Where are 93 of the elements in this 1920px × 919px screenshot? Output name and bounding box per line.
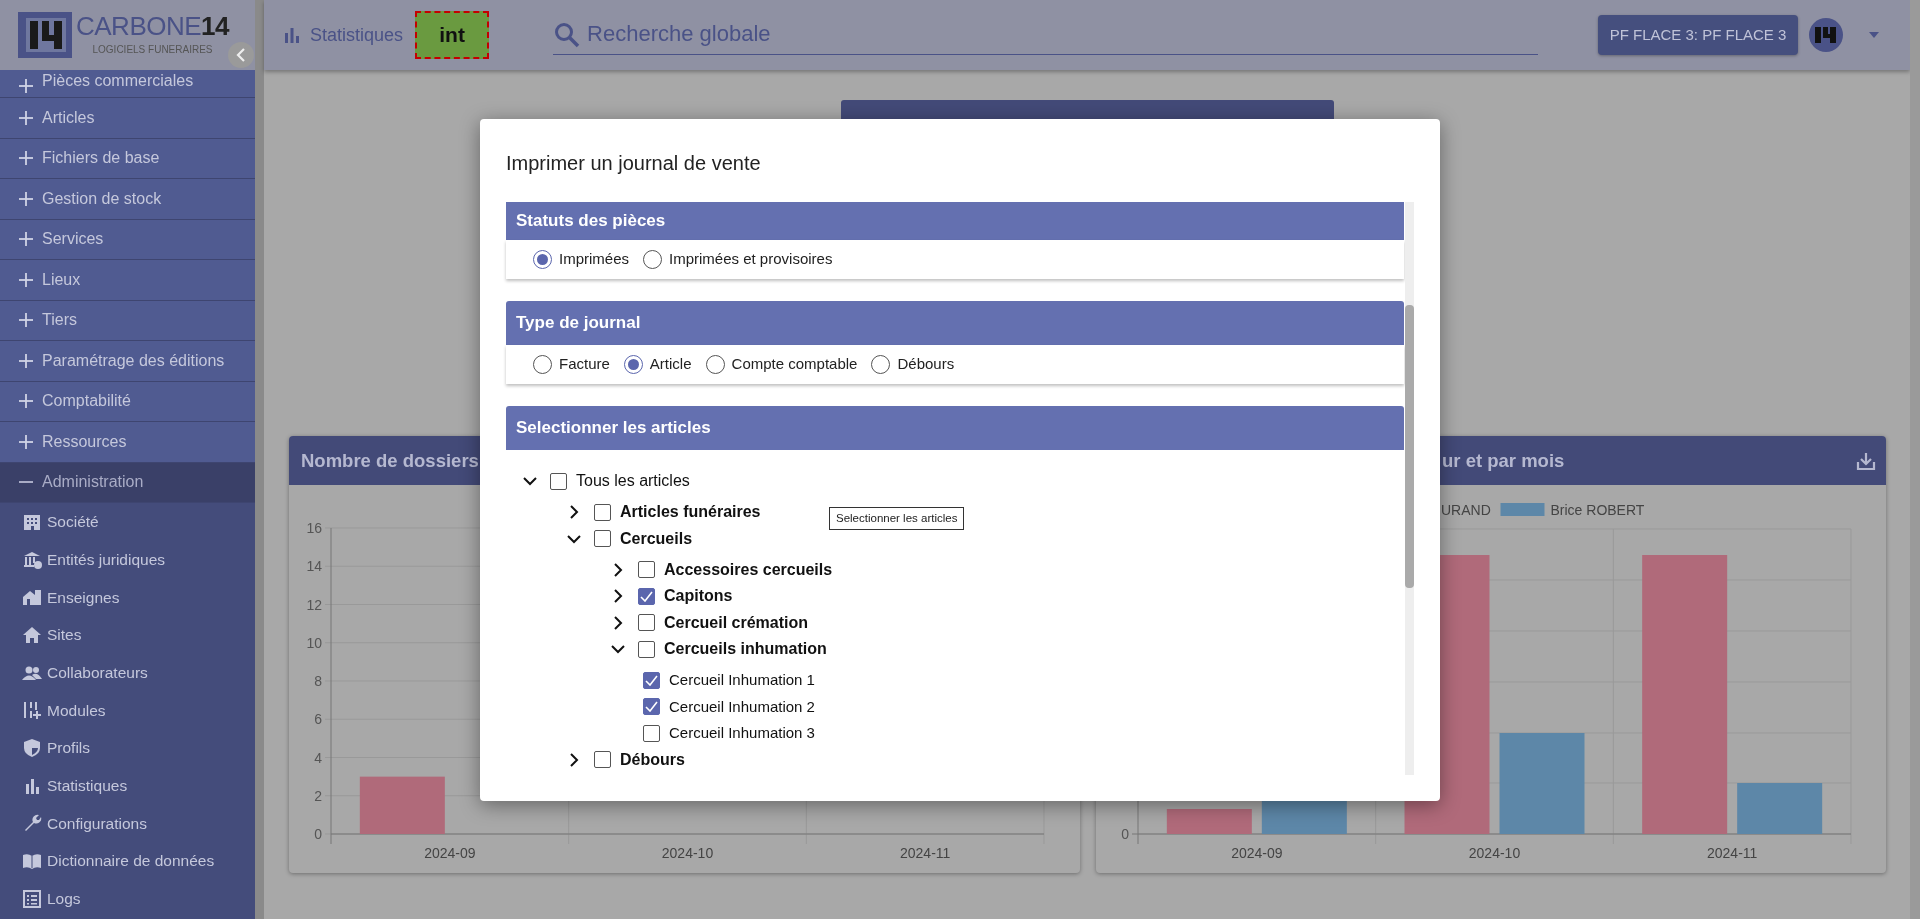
tree-item-label: Cercueil Inhumation 3	[669, 723, 815, 743]
checkbox[interactable]	[550, 472, 567, 490]
radio-option[interactable]: Article	[623, 353, 692, 376]
sidebar-item[interactable]: Gestion de stock	[0, 179, 255, 220]
axis-tick-label: 4	[314, 749, 322, 766]
sidebar-item[interactable]: Ressources	[0, 422, 255, 463]
checkbox[interactable]	[643, 671, 660, 689]
tooltip: Selectionner les articles	[829, 507, 965, 531]
shop-icon	[22, 587, 42, 608]
checkbox[interactable]	[594, 503, 611, 521]
sidebar-subitem[interactable]: Configurations	[0, 804, 255, 843]
axis-tick-label: 0	[314, 826, 322, 842]
download-icon[interactable]	[1856, 450, 1876, 471]
checkbox[interactable]	[594, 751, 611, 769]
axis-tick-label: 12	[306, 596, 322, 613]
tree-item-label: Cercueil Inhumation 2	[669, 696, 815, 717]
radio-option[interactable]: Compte comptable	[705, 353, 858, 376]
axis-tick-label: 14	[306, 558, 322, 575]
bank-icon	[22, 549, 42, 570]
sidebar-subitem[interactable]: Collaborateurs	[0, 653, 255, 692]
sidebar-subitem[interactable]: Sites	[0, 616, 255, 654]
sidebar-item[interactable]: Articles	[0, 98, 255, 139]
axis-category-label: 2024-10	[1468, 845, 1521, 861]
axis-tick-label: 8	[314, 673, 322, 689]
page-title: Statistiques	[310, 23, 404, 47]
chart-title: ur et par mois	[1442, 448, 1565, 473]
sidebar-subitem[interactable]: Statistiques	[0, 766, 255, 805]
tree-item-label: Articles funéraires	[620, 502, 761, 523]
radio-option[interactable]: Facture	[533, 353, 610, 376]
radio-option[interactable]: Imprimées	[533, 248, 629, 271]
axis-tick-label: 2	[314, 787, 322, 804]
tree-item-label: Capitons	[664, 586, 733, 607]
sidebar-item[interactable]: Paramétrage des éditions	[0, 341, 255, 382]
environment-badge: int	[415, 11, 490, 59]
sidebar-item[interactable]: Tiers	[0, 300, 255, 341]
logo-icon	[18, 12, 72, 58]
tree-item-label: Cercueils inhumation	[664, 639, 827, 660]
dialog-title: Imprimer un journal de vente	[505, 151, 762, 176]
axis-category-label: 2024-11	[900, 845, 951, 861]
sidebar-item[interactable]: Fichiers de base	[0, 138, 255, 179]
section-header: Selectionner les articles	[506, 406, 1404, 450]
sidebar-subitem[interactable]: Profils	[0, 729, 255, 767]
search-icon	[553, 21, 582, 49]
sidebar-subitem[interactable]: Dictionnaire de données	[0, 842, 255, 880]
sidebar-item[interactable]: Lieux	[0, 260, 255, 301]
tree-item-label: Accessoires cercueils	[664, 559, 833, 580]
sidebar-item[interactable]: Comptabilité	[0, 381, 255, 422]
axis-category-label: 2024-09	[424, 845, 476, 861]
list-icon	[22, 888, 42, 909]
axis-tick-label: 10	[306, 634, 322, 651]
axis-category-label: 2024-09	[1231, 845, 1283, 861]
tree-item-label: Débours	[620, 749, 685, 770]
legend-label: Brice ROBERT	[1550, 502, 1645, 518]
tree-item-label: Cercueil Inhumation 1	[669, 670, 815, 690]
sidebar-item[interactable]: Pièces commerciales	[0, 70, 255, 98]
chart-title: Nombre de dossiers	[301, 448, 479, 473]
account-button[interactable]: PF FLACE 3: PF FLACE 3	[1598, 15, 1798, 55]
shield-icon	[22, 737, 42, 758]
checkbox[interactable]	[638, 640, 655, 658]
tree-item-label: Tous les articles	[576, 471, 690, 492]
axis-tick-label: 16	[306, 520, 322, 536]
checkbox[interactable]	[638, 561, 655, 579]
axis-tick-label: 0	[1121, 826, 1129, 842]
section-header: Statuts des pièces	[506, 202, 1404, 240]
checkbox[interactable]	[643, 724, 660, 742]
checkbox[interactable]	[638, 587, 655, 605]
sidebar-subitem[interactable]: Modules	[0, 691, 255, 730]
axis-category-label: 2024-11	[1707, 845, 1758, 861]
brand-name: CARBONE14	[76, 13, 229, 39]
chevron-left-icon	[236, 48, 246, 62]
sidebar-item[interactable]: Services	[0, 219, 255, 260]
checkbox[interactable]	[638, 614, 655, 632]
sidebar-subitem[interactable]: Société	[0, 503, 255, 541]
scrollbar-thumb[interactable]	[1405, 305, 1414, 588]
book-icon	[22, 851, 42, 872]
sidebar-subitem[interactable]: Enseignes	[0, 578, 255, 617]
section-header: Type de journal	[506, 301, 1404, 345]
sidebar-subitem[interactable]: Logs	[0, 879, 255, 918]
tree-item-label: Cercueil crémation	[664, 612, 809, 633]
brand-tagline: LOGICIELS FUNERAIRES	[91, 43, 214, 57]
axis-tick-label: 6	[314, 711, 322, 728]
radio-option[interactable]: Imprimées et provisoires	[643, 248, 833, 271]
sidebar-subitem[interactable]: Entités juridiques	[0, 540, 255, 579]
bar-chart-icon	[284, 27, 300, 43]
checkbox[interactable]	[643, 698, 660, 716]
radio-option[interactable]: Débours	[871, 353, 955, 376]
house-icon	[22, 624, 42, 645]
legend-label: URAND	[1441, 502, 1491, 518]
avatar[interactable]	[1809, 18, 1843, 52]
sliders-icon	[22, 700, 42, 721]
checkbox[interactable]	[594, 530, 611, 548]
tree-item-label: Cercueils	[620, 528, 693, 549]
axis-category-label: 2024-10	[661, 845, 714, 861]
